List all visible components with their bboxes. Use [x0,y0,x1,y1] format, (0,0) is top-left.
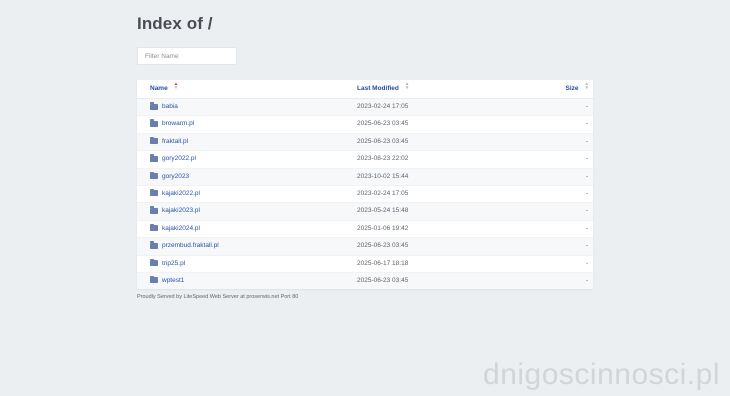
column-header-size[interactable]: Size ▲ ▼ [566,80,589,98]
folder-icon [150,223,158,232]
table-row: przembud.fraktall.pl 2025-06-23 03:45 - [137,238,593,256]
last-modified-value: 2023-10-02 15:44 [357,172,409,180]
size-value: - [585,276,588,284]
table-header: Name ▲ ▼ Last Modified ▲ ▼ Size ▲ ▼ [137,80,593,99]
table-row: trip25.pl 2025-06-17 18:18 - [137,256,593,273]
folder-icon [150,275,158,284]
file-listing-table: Name ▲ ▼ Last Modified ▲ ▼ Size ▲ ▼ babia 2023… [137,80,593,290]
server-footer: Proudly Served by LiteSpeed Web Server a… [137,294,299,300]
size-value: - [585,207,588,215]
last-modified-value: 2023-02-24 17:05 [357,103,409,110]
size-value: - [585,120,588,128]
last-modified-value: 2023-05-24 15:48 [357,207,409,215]
table-row: fraktall.pl 2025-06-23 03:45 - [137,133,593,152]
size-value: - [585,224,588,232]
table-row: kajaki2024.pl 2025-01-06 19:42 - [137,221,593,239]
table-body: babia 2023-02-24 17:05 - browarm.pl 2025… [137,99,593,290]
last-modified-value: 2025-06-23 03:45 [357,276,409,284]
size-value: - [585,242,588,250]
last-modified-value: 2025-06-17 18:18 [357,259,409,267]
folder-icon [150,154,158,162]
folder-icon [150,119,158,127]
size-value: - [585,155,588,163]
size-value: - [585,259,588,267]
column-header-name[interactable]: Name ▲ ▼ [150,80,178,98]
last-modified-value: 2023-08-23 22:02 [357,155,409,163]
size-value: - [585,172,588,180]
last-modified-value: 2025-06-23 03:45 [357,242,409,250]
directory-link[interactable]: gory2022.pl [162,151,196,167]
watermark-text: dnigoscinnosci.pl [483,358,720,391]
directory-link[interactable]: gory2023 [162,169,189,185]
last-modified-value: 2025-01-06 19:42 [357,224,409,232]
directory-link[interactable]: fraktall.pl [162,134,188,150]
folder-icon [150,258,158,267]
directory-link[interactable]: kajaki2022.pl [162,186,200,202]
directory-link[interactable]: wptest1 [162,273,184,289]
column-header-name-label: Name [150,85,168,92]
last-modified-value: 2023-02-24 17:05 [357,189,409,197]
table-row: gory2023 2023-10-02 15:44 - [137,168,593,186]
folder-icon [150,206,158,214]
size-value: - [585,103,588,110]
table-row: browarm.pl 2025-06-23 03:45 - [137,116,593,134]
column-header-size-label: Size [565,85,579,92]
folder-icon [150,102,158,110]
table-row: wptest1 2025-06-23 03:45 - [137,272,593,290]
directory-link[interactable]: trip25.pl [162,256,185,272]
table-row: kajaki2023.pl 2023-05-24 15:48 - [137,203,593,221]
sort-icon: ▲ ▼ [404,81,410,90]
page-title: Index of / [137,14,213,33]
filter-name-input[interactable] [137,47,237,65]
directory-link[interactable]: kajaki2024.pl [162,221,200,237]
directory-link[interactable]: browarm.pl [162,116,194,132]
table-row: babia 2023-02-24 17:05 - [137,99,593,117]
folder-icon [150,136,158,145]
column-header-last-modified[interactable]: Last Modified ▲ ▼ [357,80,409,98]
table-row: kajaki2022.pl 2023-02-24 17:05 - [137,186,593,204]
column-header-last-modified-label: Last Modified [357,85,399,92]
folder-icon [150,171,158,180]
directory-link[interactable]: babia [162,99,178,115]
size-value: - [585,189,588,197]
last-modified-value: 2025-06-23 03:45 [357,120,409,128]
folder-icon [150,241,158,249]
directory-link[interactable]: przembud.fraktall.pl [162,238,219,254]
size-value: - [585,137,588,145]
last-modified-value: 2025-06-23 03:45 [357,137,409,145]
sort-ascending-icon: ▲ ▼ [173,81,179,90]
directory-link[interactable]: kajaki2023.pl [162,203,200,219]
folder-icon [150,188,158,197]
sort-icon: ▲ ▼ [584,81,589,90]
table-row: gory2022.pl 2023-08-23 22:02 - [137,151,593,169]
